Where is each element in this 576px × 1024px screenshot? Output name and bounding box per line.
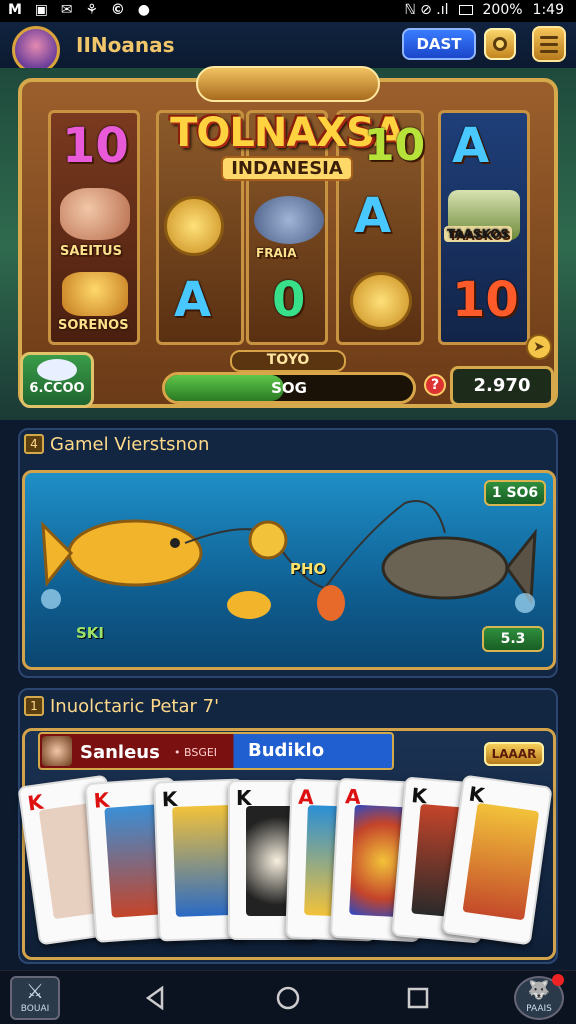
back-icon [145,985,164,1011]
reward-label: PHO [290,560,327,578]
panel-title: Gamel Vierstsnon [50,434,210,455]
shortcut-label: BOUAI [20,1004,50,1014]
dast-button[interactable]: DAST [402,28,476,60]
multiplier-tag: 1 SO6 [484,480,546,506]
fish-icon [254,196,324,244]
reel-symbol-a: A [174,272,212,328]
balance-display: 2.970 [450,366,554,406]
sword-icon: ⚔ [26,979,44,1003]
panel-number-badge: 1 [24,696,44,716]
reel-symbol-a: A [354,188,392,244]
gem-icon [62,272,128,316]
status-badge[interactable]: LAAAR [484,742,544,766]
status-left-icons: M ▣ ✉ ⚘ © ● [8,2,155,18]
reel-symbol-10: 10 [62,118,129,174]
back-button[interactable] [140,982,172,1014]
coin-icon [164,196,224,256]
player-avatar [42,736,72,766]
battery-level: 200% [482,2,523,18]
menu-button[interactable] [532,26,566,62]
fishing-illustration [41,500,537,621]
bar-label: TOYO [230,350,346,372]
panel-title: Inuolctaric Petar 7' [50,696,220,717]
menu-icon [540,35,558,39]
status-bar: M ▣ ✉ ⚘ © ● ℕ ⊘ .ıl 200% 1:49 [0,0,576,22]
panel-number-badge: 4 [24,434,44,454]
player-name: Sanleus [80,742,160,763]
card-art [462,802,540,921]
player-opponent: Budiklo [248,740,325,761]
bet-box[interactable]: 6.CCOO [20,352,94,408]
progress-value: SOG [271,379,307,397]
reel-symbol-10: 10 [452,272,519,328]
reel-symbol-0: 0 [272,272,306,328]
coin-icon [350,272,412,330]
home-icon [276,986,300,1010]
player-nameplate: Sanleus • BSGEI Budiklo [38,732,394,770]
coin-icon [493,37,507,51]
spin-arrow-icon[interactable]: ➤ [526,334,552,360]
recents-button[interactable] [402,982,434,1014]
recents-icon [407,987,429,1009]
clock: 1:49 [532,2,564,18]
help-button[interactable]: ? [424,374,446,396]
reel-label: SORENOS [58,318,129,333]
shortcut-label: PAAIS [526,1004,552,1014]
player-tag: • BSGEI [174,746,218,759]
reel-symbol-a: A [452,118,490,174]
logo-subtitle: INDANESIA [221,156,353,181]
reel-label: SAEITUS [60,244,122,259]
reel-symbol-10: 10 [364,120,426,171]
notification-dot [552,974,564,986]
signal-icons: ℕ ⊘ .ıl [404,2,449,18]
reel-label: TAASKOS [444,226,513,242]
progress-bar: SOG [162,372,416,404]
score-tag: 5.3 [482,626,544,652]
home-button[interactable] [272,982,304,1014]
fish-icon [37,359,77,381]
reel-label: FRAIA [256,246,297,260]
avatar[interactable] [12,26,60,74]
bet-value: 6.CCOO [29,381,85,396]
app-title: IINoanas [76,33,175,57]
game-shortcut-button[interactable]: ⚔ BOUAI [10,976,60,1020]
status-right: ℕ ⊘ .ıl 200% 1:49 [404,2,564,18]
battery-icon [458,5,473,15]
pig-icon [60,188,130,240]
coin-button[interactable] [484,28,516,60]
skill-label: SKI [76,624,105,642]
frame-crest [196,66,380,102]
